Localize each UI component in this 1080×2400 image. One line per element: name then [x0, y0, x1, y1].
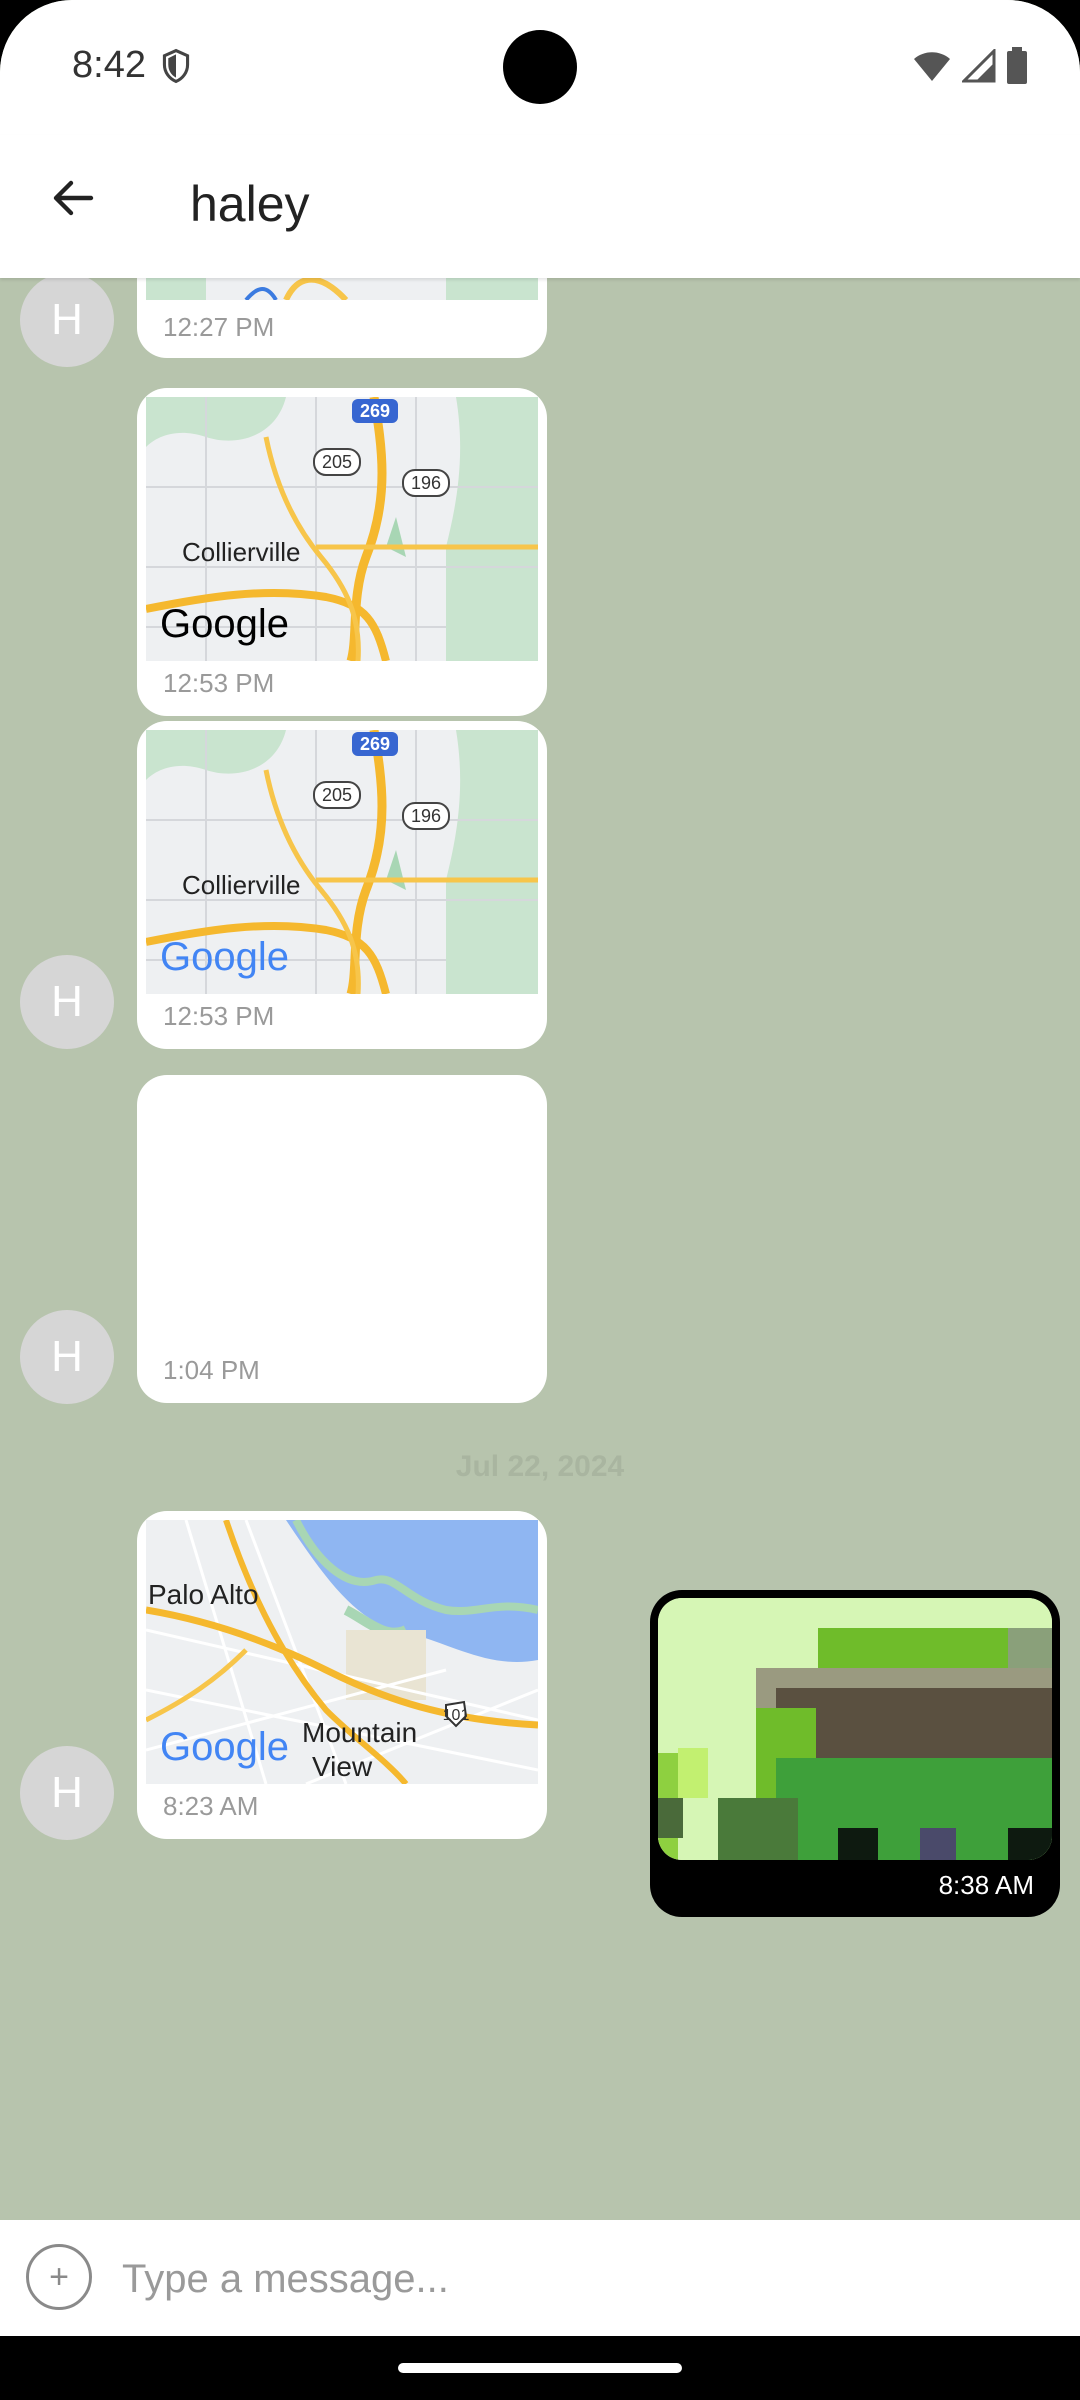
google-logo: Google	[160, 935, 289, 979]
map-thumbnail[interactable]: 101 Palo Alto Mountain View Google	[146, 1520, 538, 1784]
front-camera	[503, 30, 577, 104]
map-message-bubble[interactable]: 101 Palo Alto Mountain View Google 8:23 …	[137, 1511, 547, 1839]
map-shield: 196	[411, 806, 441, 826]
message-composer: +	[0, 2220, 1080, 2336]
arrow-left-icon	[53, 180, 94, 216]
map-shield: 269	[360, 734, 390, 754]
map-message-bubble[interactable]: 12:27 PM	[137, 278, 547, 358]
avatar: H	[20, 1746, 114, 1840]
map-thumbnail[interactable]: 269 205 196 Collierville Google	[146, 730, 538, 994]
map-place-label: Palo Alto	[148, 1579, 259, 1610]
map-graphic: 101 Palo Alto Mountain View Google	[146, 1520, 538, 1784]
message-time: 12:53 PM	[163, 1001, 275, 1031]
map-graphic	[146, 278, 538, 300]
sent-image[interactable]	[658, 1598, 1052, 1860]
pixel-art-image	[658, 1598, 1052, 1860]
system-icons	[912, 46, 1028, 86]
avatar: H	[20, 955, 114, 1049]
google-logo: Google	[160, 1725, 289, 1769]
map-shield: 196	[411, 473, 441, 493]
home-gesture-handle[interactable]	[398, 2363, 682, 2373]
map-place-label: Collierville	[182, 870, 300, 900]
back-button[interactable]	[40, 165, 106, 231]
battery-icon	[1007, 47, 1027, 84]
avatar: H	[20, 1310, 114, 1404]
map-thumbnail[interactable]	[146, 278, 538, 300]
wifi-icon	[914, 52, 950, 81]
map-message-bubble[interactable]: 269 205 196 Collierville Google 12:53 PM	[137, 388, 547, 716]
status-time: 8:42	[72, 44, 146, 86]
map-place-label: Collierville	[182, 537, 300, 567]
message-time: 12:27 PM	[163, 312, 275, 342]
map-message-bubble[interactable]: 269 205 196 Collierville Google 12:53 PM	[137, 721, 547, 1049]
map-place-label: View	[312, 1751, 373, 1782]
message-bubble[interactable]: 1:04 PM	[137, 1075, 547, 1403]
status-bar: 8:42	[0, 0, 1080, 135]
message-input[interactable]	[120, 2238, 1044, 2320]
map-thumbnail[interactable]: 269 205 196 Collierville Google	[146, 397, 538, 661]
google-logo: Google	[160, 602, 289, 646]
map-graphic: 269 205 196 Collierville Google	[146, 397, 538, 661]
map-shield: 101	[443, 1707, 470, 1724]
add-attachment-button[interactable]: +	[26, 2244, 92, 2310]
shield-icon	[162, 48, 190, 84]
plus-icon: +	[49, 2257, 69, 2296]
message-time: 12:53 PM	[163, 668, 275, 698]
message-time: 8:38 AM	[938, 1870, 1034, 1900]
map-shield: 269	[360, 401, 390, 421]
map-shield: 205	[322, 785, 352, 805]
cellular-signal-icon	[962, 49, 996, 83]
message-time: 1:04 PM	[163, 1355, 260, 1385]
date-separator: Jul 22, 2024	[455, 1450, 625, 1483]
app-bar: haley	[0, 135, 1080, 278]
device-screen: 8:42 haley H 12:27 PM 269 205 196 Collie…	[0, 0, 1080, 2400]
message-time: 8:23 AM	[163, 1791, 259, 1821]
map-graphic: 269 205 196 Collierville Google	[146, 730, 538, 994]
conversation-title: haley	[190, 176, 310, 232]
gesture-nav-bar	[0, 2336, 1080, 2400]
map-shield: 205	[322, 452, 352, 472]
message-list[interactable]: H 12:27 PM 269 205 196 Collierville Goog…	[0, 278, 1080, 2220]
avatar: H	[20, 278, 114, 367]
map-place-label: Mountain	[302, 1717, 417, 1748]
sent-image-bubble[interactable]: 8:38 AM	[650, 1590, 1060, 1917]
